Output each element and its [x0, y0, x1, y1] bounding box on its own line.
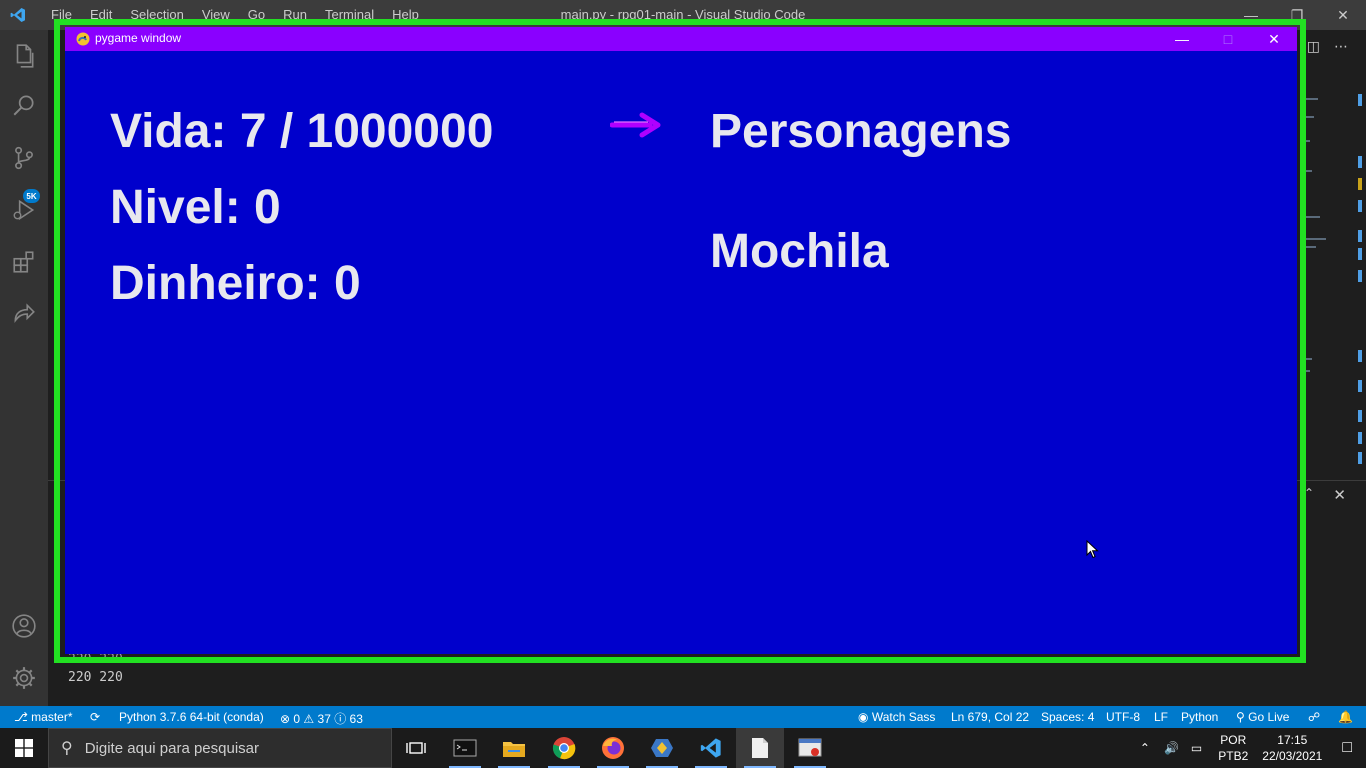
- pygame-window-title: pygame window: [95, 31, 182, 45]
- nivel-stat: Nivel: 0: [110, 181, 281, 234]
- accounts-icon[interactable]: [0, 602, 48, 650]
- watch-sass-button[interactable]: ◉ Watch Sass: [858, 710, 935, 724]
- firefox-icon[interactable]: [589, 728, 637, 768]
- terminal-output-line: 220 220: [68, 670, 123, 685]
- file-explorer-icon[interactable]: [490, 728, 538, 768]
- go-live-label: Go Live: [1248, 710, 1290, 724]
- settings-gear-icon[interactable]: [0, 654, 48, 702]
- clock-date: 22/03/2021: [1262, 749, 1323, 763]
- go-live-button[interactable]: ⚲ Go Live: [1236, 710, 1289, 724]
- windows-logo-icon: [15, 739, 33, 757]
- python-interpreter[interactable]: Python 3.7.6 64-bit (conda): [119, 710, 264, 724]
- watch-sass-label: Watch Sass: [871, 710, 936, 724]
- start-button[interactable]: [0, 728, 48, 768]
- search-icon[interactable]: [0, 81, 48, 129]
- problems-status[interactable]: ⊗ 0 ⚠ 37 ⓘ 63: [280, 710, 363, 727]
- extensions-icon[interactable]: [0, 238, 48, 286]
- game-app-icon[interactable]: [638, 728, 686, 768]
- terminal-app-icon[interactable]: [441, 728, 489, 768]
- vida-stat: Vida: 7 / 1000000: [110, 105, 494, 158]
- search-icon: ⚲: [61, 740, 73, 757]
- encoding-setting[interactable]: UTF-8: [1106, 710, 1140, 724]
- menu-personagens[interactable]: Personagens: [710, 104, 1011, 159]
- notification-center-icon[interactable]: □: [1342, 739, 1352, 757]
- menu-selector-arrow-icon: [610, 112, 661, 138]
- vscode-taskbar-icon[interactable]: [687, 728, 735, 768]
- app-window-icon[interactable]: [786, 728, 834, 768]
- activity-bar: 5K: [0, 30, 48, 706]
- clock-time: 17:15: [1277, 733, 1308, 747]
- language-code: POR: [1220, 733, 1247, 747]
- explorer-icon[interactable]: [0, 32, 48, 80]
- language-mode[interactable]: Python: [1181, 710, 1218, 724]
- dinheiro-stat: Dinheiro: 0: [110, 257, 361, 310]
- split-editor-icon[interactable]: ◫: [1307, 38, 1320, 55]
- taskbar: ⚲ Digite aqui para pesquisar ⌃ 🔊 ▭ POR P…: [0, 728, 1366, 768]
- source-control-icon[interactable]: [0, 134, 48, 182]
- branch-status[interactable]: ⎇ master*: [14, 710, 73, 724]
- pygame-close-button[interactable]: ✕: [1251, 27, 1297, 51]
- input-language[interactable]: POR PTB2: [1218, 732, 1248, 764]
- editor-actions: ◫ ⋯: [1307, 38, 1348, 55]
- chrome-icon[interactable]: [540, 728, 588, 768]
- warnings-count: 37: [317, 712, 331, 726]
- pygame-maximize-button[interactable]: □: [1205, 27, 1251, 51]
- branch-name: master*: [31, 710, 73, 724]
- taskbar-search-box[interactable]: ⚲ Digite aqui para pesquisar: [48, 728, 392, 768]
- infos-count: 63: [349, 712, 363, 726]
- keyboard-layout: PTB2: [1218, 749, 1249, 763]
- live-share-icon[interactable]: [0, 290, 48, 338]
- pygame-minimize-button[interactable]: —: [1159, 27, 1205, 51]
- status-bar: ⎇ master* ⟳ Python 3.7.6 64-bit (conda) …: [0, 706, 1366, 728]
- errors-count: 0: [293, 712, 301, 726]
- run-debug-icon[interactable]: [0, 186, 48, 234]
- search-placeholder: Digite aqui para pesquisar: [84, 739, 259, 757]
- system-tray: ⌃ 🔊 ▭ POR PTB2 17:15 22/03/2021 □: [1132, 728, 1366, 768]
- pygame-window[interactable]: pygame window — □ ✕ Vida: 7 / 1000000 Ni…: [65, 27, 1297, 654]
- cursor-position[interactable]: Ln 679, Col 22: [951, 710, 1029, 724]
- task-view-icon[interactable]: [392, 728, 440, 768]
- clock[interactable]: 17:15 22/03/2021: [1262, 732, 1322, 764]
- sync-icon[interactable]: ⟳: [90, 710, 100, 724]
- menu-mochila[interactable]: Mochila: [710, 224, 889, 279]
- pygame-snake-icon: [76, 32, 90, 46]
- battery-icon[interactable]: ▭: [1191, 741, 1202, 755]
- close-button[interactable]: ✕: [1320, 0, 1366, 30]
- notifications-bell-icon[interactable]: 🔔: [1338, 710, 1353, 724]
- indentation-setting[interactable]: Spaces: 4: [1041, 710, 1094, 724]
- pygame-titlebar[interactable]: pygame window — □ ✕: [65, 27, 1297, 51]
- more-actions-icon[interactable]: ⋯: [1334, 38, 1348, 55]
- pygame-taskbar-icon[interactable]: [736, 728, 784, 768]
- minimap[interactable]: [1296, 60, 1366, 480]
- close-panel-icon[interactable]: ✕: [1333, 486, 1346, 504]
- pygame-window-controls: — □ ✕: [1159, 27, 1297, 51]
- eol-setting[interactable]: LF: [1154, 710, 1168, 724]
- mouse-cursor-icon: [1086, 540, 1099, 559]
- show-hidden-icons-icon[interactable]: ⌃: [1140, 741, 1150, 755]
- feedback-icon[interactable]: ☍: [1308, 710, 1320, 724]
- volume-icon[interactable]: 🔊: [1164, 741, 1179, 755]
